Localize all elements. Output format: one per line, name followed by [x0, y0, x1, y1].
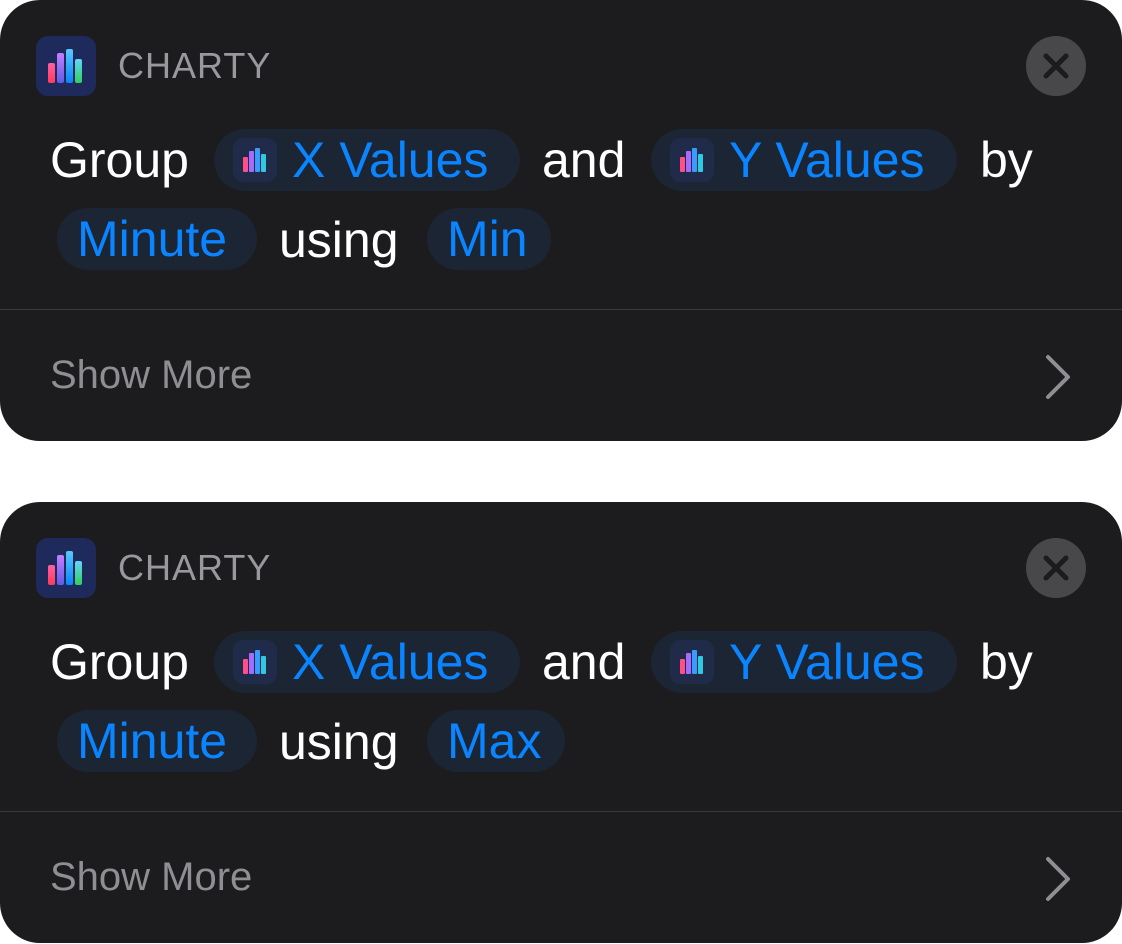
unit-parameter[interactable]: Minute — [57, 208, 257, 270]
bar-chart-icon — [680, 148, 703, 172]
word-by: by — [980, 634, 1033, 690]
word-using: using — [279, 212, 399, 268]
word-by: by — [980, 132, 1033, 188]
token-label: Y Values — [729, 634, 925, 690]
word-and: and — [542, 634, 626, 690]
show-more-row[interactable]: Show More — [0, 812, 1122, 943]
show-more-label: Show More — [50, 855, 253, 899]
variable-chip — [233, 138, 277, 182]
word-group: Group — [50, 132, 189, 188]
chevron-right-icon — [1046, 355, 1070, 399]
variable-chip — [670, 640, 714, 684]
bar-chart-icon — [243, 650, 266, 674]
word-using: using — [279, 714, 399, 770]
action-card-group-min[interactable]: CHARTY Group X Values and Y Values by Mi… — [0, 0, 1122, 441]
word-group: Group — [50, 634, 189, 690]
token-label: Y Values — [729, 132, 925, 188]
action-sentence: Group X Values and Y Values by Minute us… — [0, 0, 1122, 310]
action-card-group-max[interactable]: CHARTY Group X Values and Y Values by Mi… — [0, 502, 1122, 943]
show-more-row[interactable]: Show More — [0, 310, 1122, 441]
variable-chip — [233, 640, 277, 684]
bar-chart-icon — [680, 650, 703, 674]
method-parameter[interactable]: Min — [427, 208, 551, 270]
token-label: Minute — [77, 211, 228, 267]
action-sentence: Group X Values and Y Values by Minute us… — [0, 502, 1122, 812]
variable-chip — [670, 138, 714, 182]
bar-chart-icon — [243, 148, 266, 172]
unit-parameter[interactable]: Minute — [57, 710, 257, 772]
token-label: X Values — [292, 132, 489, 188]
chevron-right-icon — [1046, 857, 1070, 901]
y-values-variable[interactable]: Y Values — [651, 631, 957, 693]
x-values-variable[interactable]: X Values — [214, 129, 520, 191]
x-values-variable[interactable]: X Values — [214, 631, 520, 693]
token-label: Max — [447, 713, 542, 769]
word-and: and — [542, 132, 626, 188]
token-label: Minute — [77, 713, 228, 769]
token-label: Min — [447, 211, 528, 267]
token-label: X Values — [292, 634, 489, 690]
show-more-label: Show More — [50, 353, 253, 397]
y-values-variable[interactable]: Y Values — [651, 129, 957, 191]
method-parameter[interactable]: Max — [427, 710, 565, 772]
